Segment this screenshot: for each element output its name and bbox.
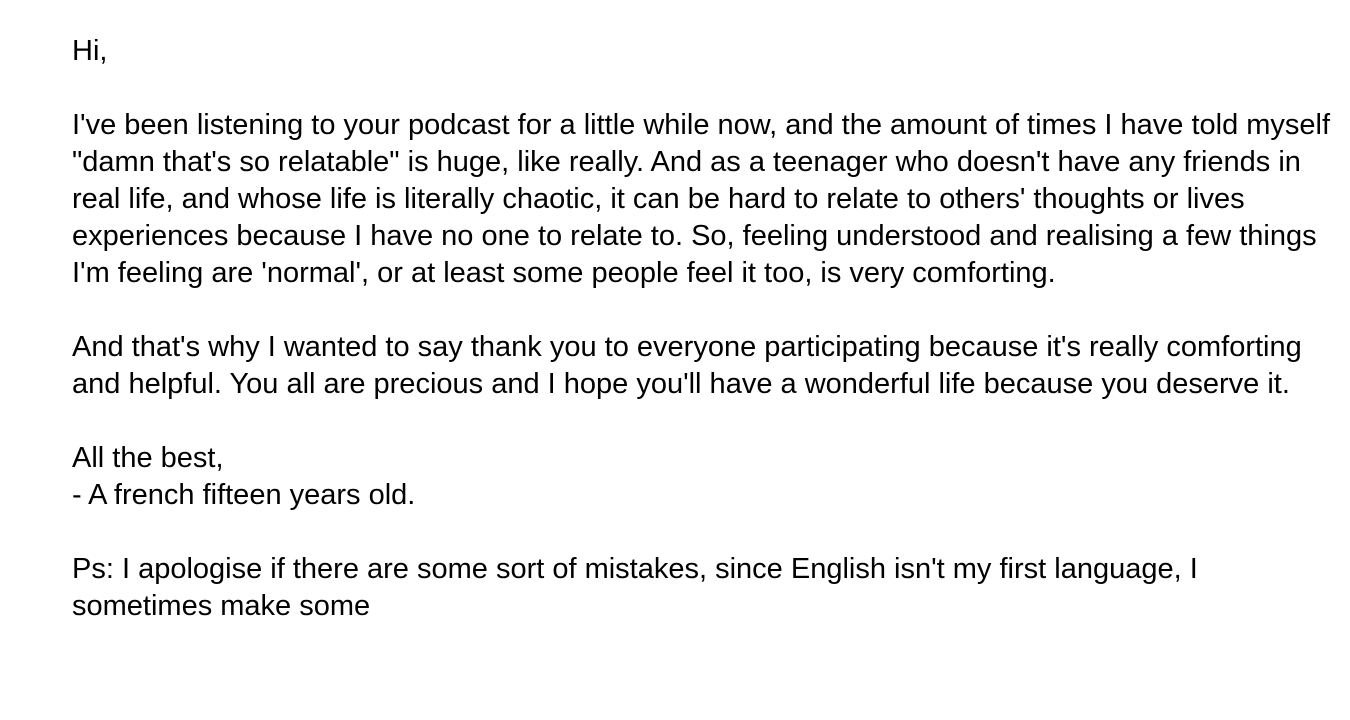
paragraph-gratitude-context: I've been listening to your podcast for … (72, 109, 1331, 289)
letter-body: Hi, I've been listening to your podcast … (72, 33, 1332, 625)
postscript: Ps: I apologise if there are some sort o… (72, 553, 1198, 622)
signature-line: - A french fifteen years old. (72, 479, 416, 511)
paragraph-thank-you: And that's why I wanted to say thank you… (72, 331, 1302, 400)
greeting: Hi, (72, 35, 108, 67)
closing-line: All the best, (72, 442, 224, 474)
